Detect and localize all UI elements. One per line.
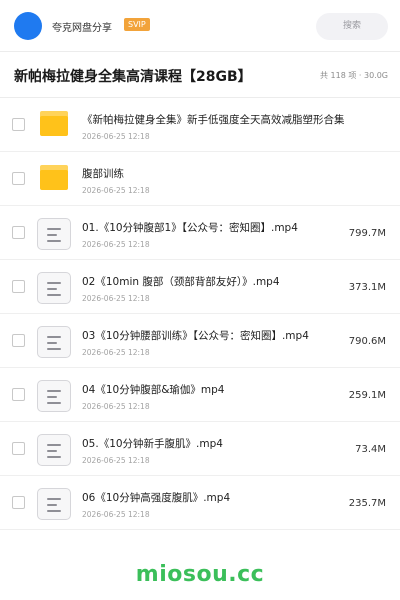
folder-icon — [40, 111, 68, 136]
share-owner-name: 夸克网盘分享 — [52, 23, 112, 34]
file-icon — [37, 326, 71, 358]
file-size: 235.7M — [348, 498, 386, 509]
item-count-meta: 共 118 项 · 30.0G — [320, 71, 388, 80]
file-icon — [37, 434, 71, 466]
folder-row[interactable]: 腹部训练 2026-06-25 12:18 — [0, 152, 400, 206]
page-title: 新帕梅拉健身全集高清课程【28GB】 — [14, 69, 252, 85]
file-row[interactable]: 05.《10分钟新手腹肌》.mp4 2026-06-25 12:18 73.4M — [0, 422, 400, 476]
file-date: 2026-06-25 12:18 — [82, 186, 150, 195]
file-date: 2026-06-25 12:18 — [82, 510, 150, 519]
file-icon — [37, 488, 71, 520]
file-size: 799.7M — [348, 228, 386, 239]
row-checkbox[interactable] — [12, 442, 25, 455]
file-row[interactable]: 03《10分钟腰部训练》【公众号：密知圈】.mp4 2026-06-25 12:1… — [0, 314, 400, 368]
file-row[interactable]: 04《10分钟腹部&瑜伽》mp4 2026-06-25 12:18 259.1M — [0, 368, 400, 422]
row-checkbox[interactable] — [12, 172, 25, 185]
row-checkbox[interactable] — [12, 496, 25, 509]
row-checkbox[interactable] — [12, 334, 25, 347]
file-date: 2026-06-25 12:18 — [82, 294, 150, 303]
folder-icon — [40, 165, 68, 190]
file-size: 373.1M — [348, 282, 386, 293]
file-date: 2026-06-25 12:18 — [82, 456, 150, 465]
file-icon — [37, 380, 71, 412]
file-icon — [37, 272, 71, 304]
file-icon — [37, 218, 71, 250]
folder-row[interactable]: 《新帕梅拉健身全集》新手低强度全天高效减脂塑形合集 2026-06-25 12:1… — [0, 98, 400, 152]
file-size: 259.1M — [348, 390, 386, 401]
file-name[interactable]: 04《10分钟腹部&瑜伽》mp4 — [82, 382, 224, 397]
svip-badge: SVIP — [124, 18, 150, 31]
search-input[interactable]: 搜索 — [316, 13, 388, 40]
row-checkbox[interactable] — [12, 388, 25, 401]
title-row: 新帕梅拉健身全集高清课程【28GB】 共 118 项 · 30.0G — [0, 52, 400, 98]
file-row[interactable]: 06《10分钟高强度腹肌》.mp4 2026-06-25 12:18 235.7M — [0, 476, 400, 530]
watermark: miosou.cc — [135, 562, 265, 587]
row-checkbox[interactable] — [12, 118, 25, 131]
file-date: 2026-06-25 12:18 — [82, 132, 150, 141]
file-name[interactable]: 03《10分钟腰部训练》【公众号：密知圈】.mp4 — [82, 328, 309, 343]
top-bar: 夸克网盘分享 SVIP 搜索 — [0, 0, 400, 52]
file-name[interactable]: 《新帕梅拉健身全集》新手低强度全天高效减脂塑形合集 — [82, 112, 345, 127]
file-date: 2026-06-25 12:18 — [82, 240, 150, 249]
file-name[interactable]: 05.《10分钟新手腹肌》.mp4 — [82, 436, 223, 451]
file-date: 2026-06-25 12:18 — [82, 402, 150, 411]
file-name[interactable]: 02《10min 腹部（颈部背部友好）》.mp4 — [82, 274, 280, 289]
file-date: 2026-06-25 12:18 — [82, 348, 150, 357]
file-size: 73.4M — [355, 444, 386, 455]
file-size: 790.6M — [348, 336, 386, 347]
file-row[interactable]: 02《10min 腹部（颈部背部友好）》.mp4 2026-06-25 12:18… — [0, 260, 400, 314]
file-name[interactable]: 腹部训练 — [82, 166, 124, 181]
file-name[interactable]: 06《10分钟高强度腹肌》.mp4 — [82, 490, 230, 505]
row-checkbox[interactable] — [12, 280, 25, 293]
avatar[interactable] — [14, 12, 42, 40]
file-name[interactable]: 01.《10分钟腹部1》【公众号：密知圈】.mp4 — [82, 220, 298, 235]
file-row[interactable]: 01.《10分钟腹部1》【公众号：密知圈】.mp4 2026-06-25 12:1… — [0, 206, 400, 260]
row-checkbox[interactable] — [12, 226, 25, 239]
